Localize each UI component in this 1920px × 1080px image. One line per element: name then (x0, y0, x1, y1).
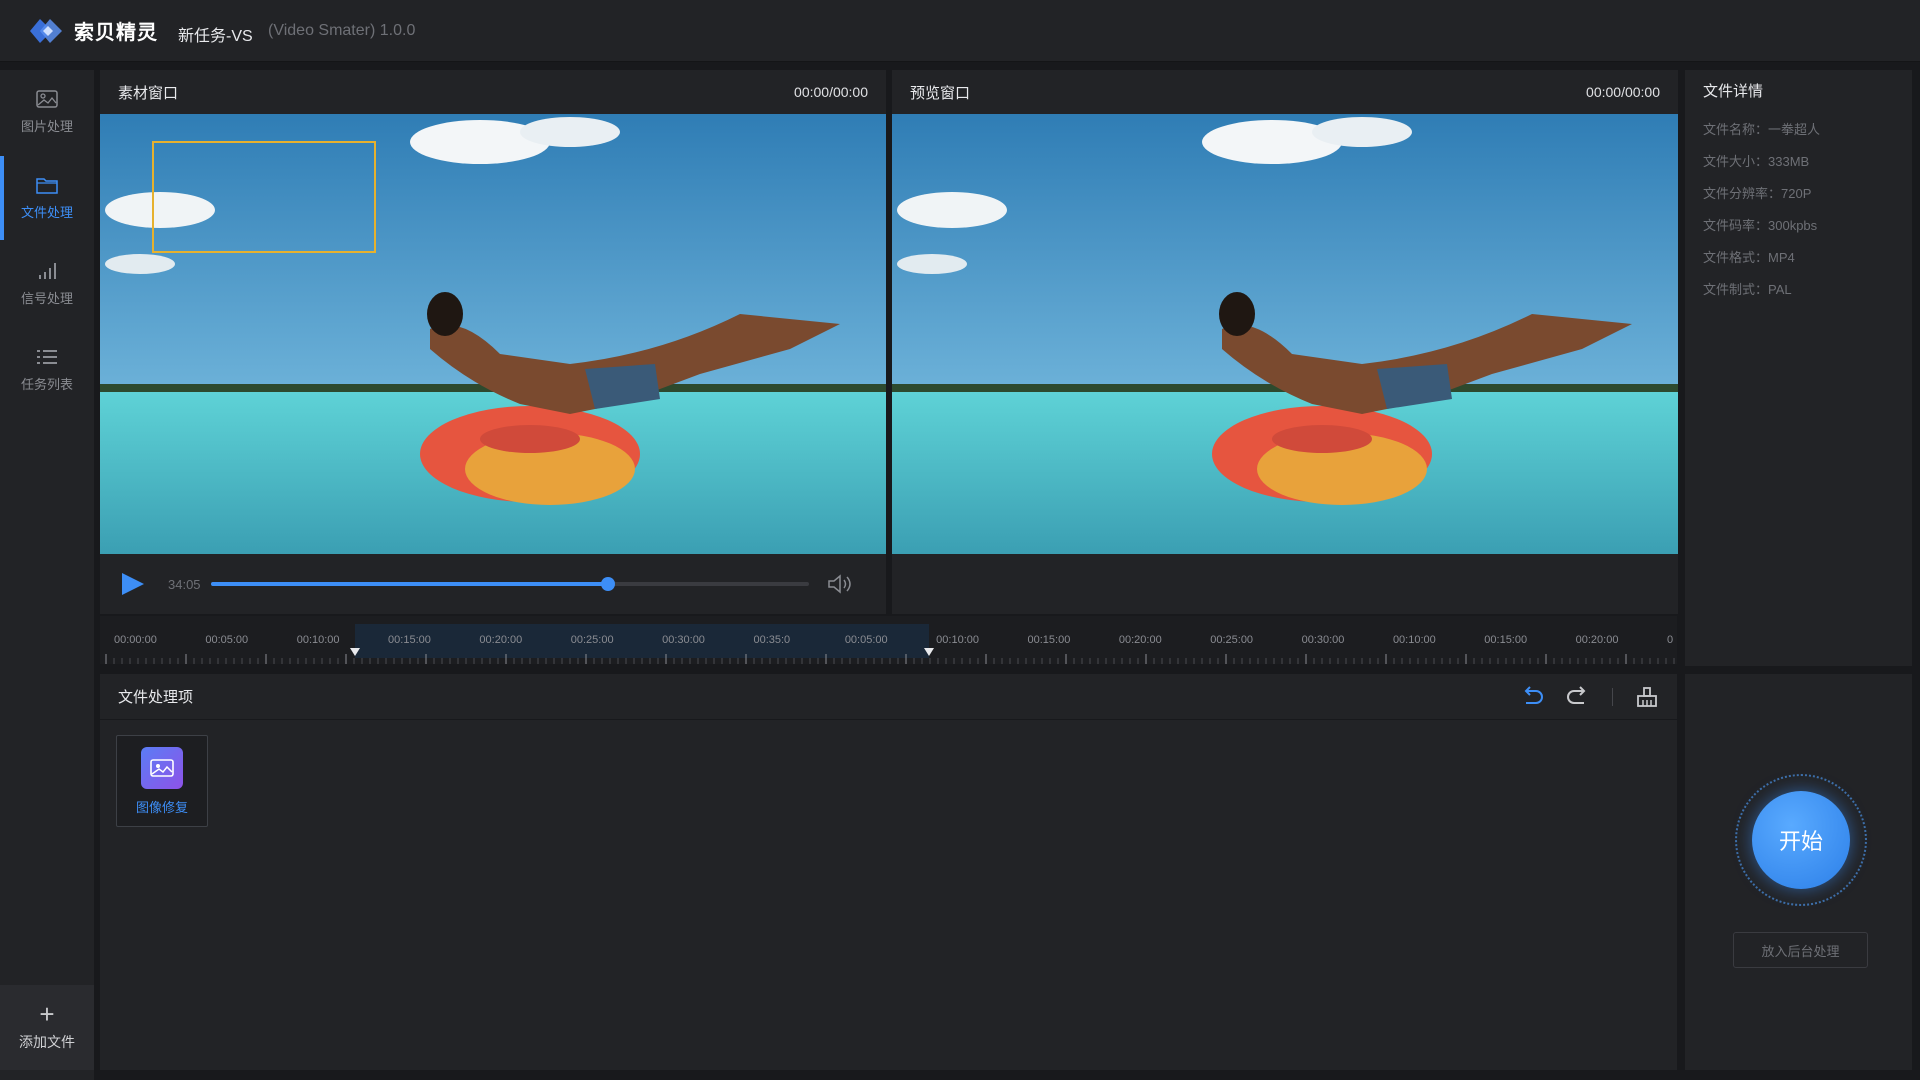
file-format-row: 文件格式：MP4 (1703, 250, 1795, 265)
image-repair-icon (141, 746, 183, 789)
timeline-ticks (105, 654, 1675, 664)
timeline-label: 00:25:00 (570, 634, 614, 646)
timeline-label: 00:20:00 (1575, 634, 1619, 646)
task-title: 新任务-VS (178, 28, 253, 45)
image-icon (36, 89, 58, 108)
volume-icon[interactable] (827, 573, 853, 595)
preview-window-header: 预览窗口 00:00/00:00 (892, 70, 1678, 114)
timeline-label: 00:05:00 (844, 634, 888, 646)
logo-icon (30, 18, 62, 43)
folder-icon (36, 177, 58, 194)
timeline-label: 00:20:00 (1118, 634, 1162, 646)
timeline-label: 00:15:00 (1484, 634, 1528, 646)
sidebar-item-file-processing[interactable]: 文件处理 (0, 156, 94, 240)
processing-item-label: 图像修复 (135, 799, 188, 815)
source-window-title: 素材窗口 (118, 84, 179, 102)
plus-icon: + (39, 998, 55, 1029)
sidebar-item-label: 信号处理 (20, 290, 73, 306)
toolbar-divider (1612, 688, 1613, 706)
progress-fill (210, 582, 609, 586)
sidebar-item-label: 任务列表 (20, 376, 73, 392)
signal-bars-icon (39, 262, 56, 279)
source-window-header: 素材窗口 00:00/00:00 (100, 70, 886, 114)
timeline-label: 00:10:00 (936, 634, 979, 646)
background-process-button[interactable]: 放入后台处理 (1733, 932, 1868, 968)
preview-window-title: 预览窗口 (910, 84, 971, 102)
timeline-label: 0 (1667, 634, 1674, 646)
play-button[interactable] (122, 573, 144, 595)
progress-knob[interactable] (601, 577, 616, 591)
clear-brush-icon[interactable] (1635, 686, 1659, 708)
undo-icon[interactable] (1520, 686, 1544, 708)
processing-toolbar (1520, 686, 1659, 708)
add-file-button[interactable]: + 添加文件 (0, 985, 94, 1070)
preview-window: 预览窗口 00:00/00:00 (892, 70, 1678, 614)
preview-video-frame[interactable] (892, 114, 1678, 554)
app-window: 索贝精灵 新任务-VS (Video Smater) 1.0.0 图片处理 文件… (0, 0, 1920, 1080)
file-name-row: 文件名称：一拳超人 (1703, 122, 1821, 137)
timeline-label: 00:00:00 (114, 634, 157, 646)
processing-item-image-repair[interactable]: 图像修复 (116, 735, 208, 827)
file-resolution-row: 文件分辨率：720P (1703, 186, 1812, 201)
timeline-label: 00:30:00 (1301, 634, 1345, 646)
file-details-title: 文件详情 (1703, 83, 1764, 100)
file-size-row: 文件大小：333MB (1703, 154, 1810, 169)
processing-title: 文件处理项 (118, 689, 194, 706)
start-button[interactable]: 开始 (1752, 791, 1850, 889)
sidebar-item-task-list[interactable]: 任务列表 (0, 328, 94, 412)
timeline-selected-range[interactable] (355, 624, 929, 658)
sidebar: 图片处理 文件处理 信号处理 任务列表 + 添加文件 (0, 70, 94, 1080)
timeline-label: 00:15:00 (388, 634, 431, 646)
current-time: 34:05 (168, 576, 201, 592)
timeline-label: 00:20:00 (479, 634, 523, 646)
logo: 索贝精灵 (30, 16, 158, 45)
title-bar: 索贝精灵 新任务-VS (Video Smater) 1.0.0 (0, 0, 1920, 62)
timeline-label: 00:10:00 (296, 634, 340, 646)
timeline-label: 00:35:0 (753, 634, 791, 646)
file-bitrate-row: 文件码率：300kpbs (1703, 218, 1818, 233)
timeline-label: 00:30:00 (662, 634, 705, 646)
brand-name: 索贝精灵 (74, 22, 158, 44)
start-panel: 开始 放入后台处理 (1685, 674, 1912, 1070)
sidebar-item-image-processing[interactable]: 图片处理 (0, 70, 94, 154)
version-text: (Video Smater) 1.0.0 (268, 22, 416, 39)
timeline-label: 00:10:00 (1392, 634, 1436, 646)
progress-bar[interactable] (210, 577, 809, 591)
timeline-label: 00:25:00 (1210, 634, 1254, 646)
selection-box[interactable] (152, 141, 376, 253)
add-file-label: 添加文件 (19, 1033, 75, 1050)
start-button-ring: 开始 (1735, 774, 1867, 906)
list-icon (37, 349, 57, 364)
redo-icon[interactable] (1566, 686, 1590, 708)
file-standard-row: 文件制式：PAL (1703, 282, 1792, 297)
source-window: 素材窗口 00:00/00:00 34:05 (100, 70, 886, 614)
preview-video-image (892, 114, 1678, 554)
file-details-panel: 文件详情 文件名称：一拳超人 文件大小：333MB 文件分辨率：720P 文件码… (1685, 70, 1912, 666)
sidebar-item-signal-processing[interactable]: 信号处理 (0, 242, 94, 326)
preview-time-display: 00:00/00:00 (1586, 84, 1660, 100)
timeline-label: 00:15:00 (1027, 634, 1071, 646)
processing-panel: 文件处理项 图像修复 (100, 674, 1677, 1070)
sidebar-item-label: 图片处理 (20, 118, 73, 134)
source-time-display: 00:00/00:00 (794, 84, 868, 100)
timeline-ruler[interactable]: 00:00:00 00:05:00 00:10:00 00:15:00 00:20:00… (100, 616, 1677, 664)
processing-header: 文件处理项 (100, 674, 1677, 720)
timeline-label: 00:05:00 (205, 634, 249, 646)
player-controls: 34:05 (100, 554, 886, 614)
source-video-frame[interactable] (100, 114, 886, 554)
sidebar-item-label: 文件处理 (20, 204, 73, 220)
